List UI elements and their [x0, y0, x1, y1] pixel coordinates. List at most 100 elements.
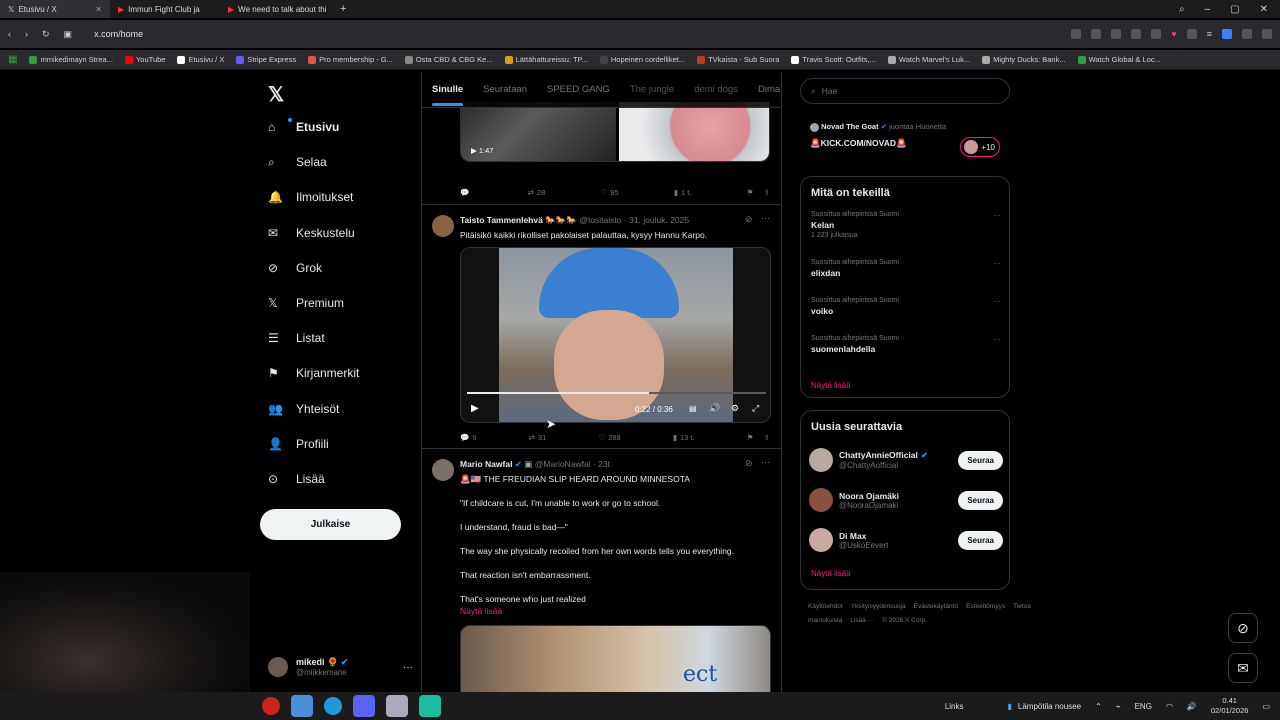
avatar[interactable]	[432, 215, 454, 237]
edge-app-icon[interactable]	[324, 697, 342, 715]
minimize-icon[interactable]: –	[1205, 4, 1211, 15]
follow-button[interactable]: Seuraa	[958, 530, 1003, 550]
browser-tab[interactable]: 𝕏 Etusivu / X ✕	[0, 0, 110, 18]
post[interactable]: Mario Nawfal ✔ ▣ @MarioNawfal · 23t ⊘ ··…	[422, 449, 781, 692]
nav-item-selaa[interactable]: ⌕ Selaa	[268, 155, 327, 169]
more-dots-icon[interactable]: ···	[993, 297, 1001, 306]
play-icon[interactable]: ▶	[471, 146, 477, 155]
footer-link[interactable]: © 2026 X Corp.	[882, 617, 927, 624]
feed-tab[interactable]: Sinulle	[432, 84, 464, 106]
trend-item[interactable]: Suosittua aihepiirissä Suomi voiko ···	[811, 297, 1001, 316]
map-image[interactable]	[619, 102, 769, 161]
share-icon[interactable]: ⇪	[764, 188, 770, 197]
tray-chevron-icon[interactable]: ⌃	[1095, 702, 1102, 711]
system-clock[interactable]: 0.41 02/01/2026	[1211, 696, 1249, 716]
extension-icon[interactable]	[1262, 29, 1272, 39]
captions-icon[interactable]: ▤	[689, 404, 697, 413]
share-icon[interactable]: ⇪	[764, 433, 770, 442]
reply-button[interactable]: 💬 9	[460, 433, 477, 442]
close-tab-icon[interactable]: ✕	[95, 5, 102, 14]
footer-link[interactable]: Esteettömyys	[966, 603, 1005, 610]
volume-icon[interactable]: 🔊	[1187, 702, 1197, 711]
trend-item[interactable]: Suosittua aihepiirissä Suomi elixdan ···	[811, 259, 1001, 278]
app-icon[interactable]	[419, 695, 441, 717]
account-switcher[interactable]: mikedi 🌻 ✔ @miikkemane ···	[268, 652, 413, 682]
trend-item[interactable]: Suosittua aihepiirissä Suomi suomenlahdel…	[811, 335, 1001, 354]
post-button[interactable]: Julkaise	[260, 509, 401, 540]
nav-item-ilmoitukset[interactable]: 🔔 Ilmoitukset	[268, 190, 353, 204]
repost-button[interactable]: ⇄ 28	[528, 188, 546, 197]
live-space[interactable]: Novad The Goat ✔ juontaa Huonetta 🚨KICK.…	[810, 122, 1010, 157]
avatar[interactable]	[432, 459, 454, 481]
feed-tab[interactable]: Dima's Di	[758, 84, 781, 95]
close-window-icon[interactable]: ✕	[1260, 4, 1268, 15]
more-dots-icon[interactable]: ···	[761, 213, 770, 223]
reply-button[interactable]: 💬	[460, 188, 472, 197]
forward-icon[interactable]: ›	[25, 29, 28, 39]
grok-icon[interactable]: ⊘	[745, 458, 753, 469]
bookmark-item[interactable]: Hopeinen cordelliket...	[599, 55, 685, 64]
nav-item-listat[interactable]: ☰ Listat	[268, 331, 325, 345]
bookmark-item[interactable]: Watch Global & Loc...	[1077, 55, 1161, 64]
language-indicator[interactable]: ENG	[1135, 702, 1152, 711]
avatar[interactable]	[809, 528, 833, 552]
more-dots-icon[interactable]: ···	[761, 457, 770, 467]
nav-item-profiili[interactable]: 👤 Profiili	[268, 437, 329, 451]
more-dots-icon[interactable]: ···	[993, 335, 1001, 344]
extension-icon[interactable]	[1242, 29, 1252, 39]
follow-button[interactable]: Seuraa	[958, 450, 1003, 470]
footer-link[interactable]: Käyttöehdot	[808, 603, 843, 610]
avatar[interactable]	[809, 488, 833, 512]
trends-show-more[interactable]: Näytä lisää	[811, 381, 851, 390]
feed-tab[interactable]: SPEED GANG	[547, 84, 610, 95]
extension-icon[interactable]	[1131, 29, 1142, 39]
more-dots-icon[interactable]: ···	[993, 211, 1001, 220]
weather-widget[interactable]: ▮ Lämpötila nousee	[1008, 702, 1082, 711]
repost-button[interactable]: ⇄ 31	[529, 433, 547, 442]
nav-item-lisää[interactable]: ⊙ Lisää	[268, 472, 325, 486]
extension-icon[interactable]	[1151, 29, 1162, 39]
extension-icon[interactable]	[1071, 29, 1082, 39]
trend-item[interactable]: Suosittua aihepiirissä Suomi Kelan 1 223 j…	[811, 211, 1001, 239]
fullscreen-icon[interactable]: ⤢	[752, 403, 759, 414]
notifications-icon[interactable]: ▭	[1262, 702, 1270, 711]
bookmark-item[interactable]: Pro membership - G...	[308, 55, 393, 64]
nav-item-kirjanmerkit[interactable]: ⚑ Kirjanmerkit	[268, 366, 359, 380]
opera-app-icon[interactable]	[262, 697, 280, 715]
heart-icon[interactable]: ♥	[1171, 29, 1176, 39]
x-logo-icon[interactable]: 𝕏	[268, 82, 284, 107]
bookmark-item[interactable]: Watch Marvel's Luk...	[887, 55, 970, 64]
avatar[interactable]	[809, 448, 833, 472]
back-icon[interactable]: ‹	[8, 29, 11, 39]
post-media-grid[interactable]: ▶ 1:47	[460, 102, 770, 162]
feed-tab[interactable]: The jungle	[630, 84, 674, 95]
app-icon[interactable]	[386, 695, 408, 717]
grok-icon[interactable]: ⊘	[745, 214, 753, 225]
extension-icon[interactable]	[1091, 29, 1102, 39]
show-more-link[interactable]: Näytä lisää	[460, 605, 502, 617]
volume-icon[interactable]: 🔊	[709, 403, 720, 414]
post-handle[interactable]: @tositaisto	[579, 215, 621, 225]
links-toolbar[interactable]: Links	[945, 702, 964, 711]
extension-icon[interactable]	[1222, 29, 1232, 39]
footer-link[interactable]: Lisää ···	[850, 617, 874, 624]
nav-item-yhteisöt[interactable]: 👥 Yhteisöt	[268, 402, 339, 416]
nav-item-grok[interactable]: ⊘ Grok	[268, 261, 322, 275]
browser-tab[interactable]: ▶ Immun Fight Club ja	[110, 0, 220, 18]
bookmark-item[interactable]: Travis Scott: Outfits,...	[791, 55, 876, 64]
post-author[interactable]: Taisto Tammenlehvä	[460, 215, 543, 225]
bookmark-icon[interactable]: ⚑	[747, 433, 754, 442]
url-field[interactable]: x.com/home	[94, 29, 143, 39]
post[interactable]: Taisto Tammenlehvä 🐎🐎🐎 @tositaisto · 31.…	[422, 205, 781, 449]
reload-icon[interactable]: ↻	[42, 29, 50, 40]
extension-icon[interactable]	[1111, 29, 1122, 39]
menu-icon[interactable]: ≡	[1207, 29, 1212, 39]
bookmark-icon[interactable]: ⚑	[747, 188, 754, 197]
post-handle[interactable]: @MarioNawfal	[535, 459, 591, 469]
like-button[interactable]: ♡ 288	[598, 433, 620, 442]
more-dots-icon[interactable]: ···	[403, 662, 413, 673]
post-author[interactable]: Mario Nawfal	[460, 459, 512, 469]
footer-link[interactable]: Evästekäytäntö	[914, 603, 958, 610]
new-tab-icon[interactable]: +	[340, 3, 346, 15]
wifi-icon[interactable]: ◠	[1166, 702, 1173, 711]
